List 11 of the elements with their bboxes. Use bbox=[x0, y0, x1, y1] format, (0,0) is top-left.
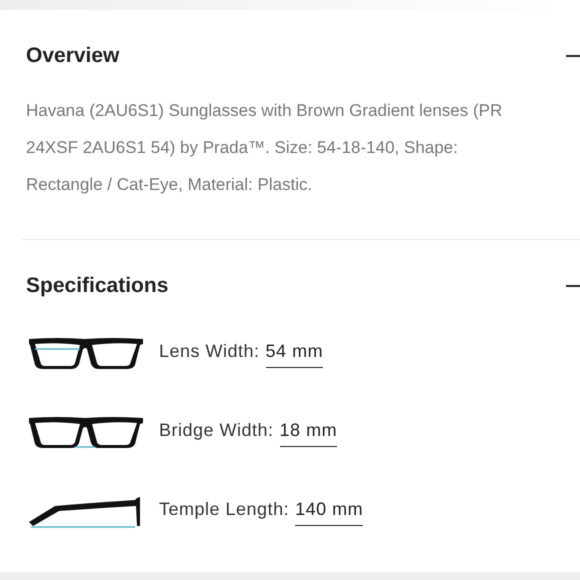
spec-label: Bridge Width: bbox=[159, 419, 274, 442]
spec-label: Lens Width: bbox=[159, 340, 260, 363]
lens-width-icon bbox=[27, 335, 145, 371]
spec-value: 54 mm bbox=[266, 338, 324, 368]
spec-label: Temple Length: bbox=[159, 498, 290, 521]
section-heading: Specifications bbox=[26, 273, 168, 300]
description-text: Havana (2AU6S1) Sunglasses with Brown Gradient lenses (PR 24XSF 2AU6S1 54) by Prada™. Size: 54-18-140, Shape: Rectangle / Cat-Eye, Material: Plastic. bbox=[25, 100, 504, 196]
spec-value: 140 mm bbox=[295, 496, 364, 526]
section-heading: Overview bbox=[26, 43, 120, 70]
spec-value: 18 mm bbox=[280, 417, 338, 447]
bridge-width-icon bbox=[27, 414, 145, 450]
